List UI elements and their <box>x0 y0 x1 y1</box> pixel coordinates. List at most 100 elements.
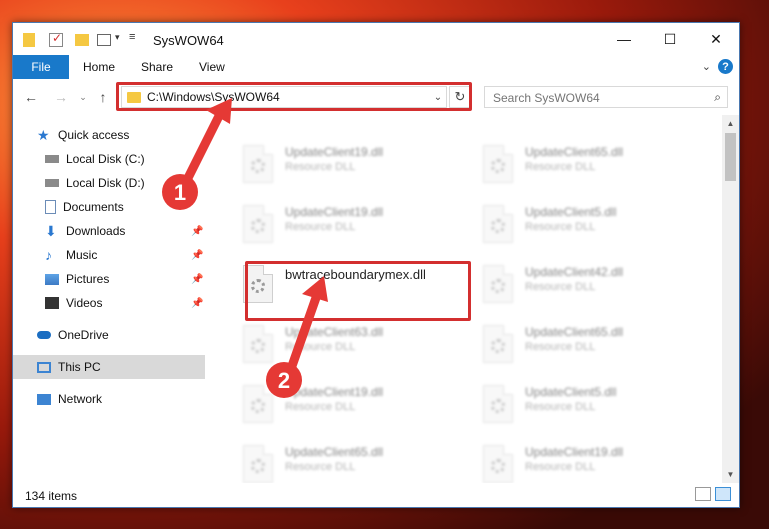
scroll-down-icon[interactable]: ▼ <box>722 466 739 483</box>
file-tile[interactable]: UpdateClient42.dll Resource DLL <box>477 259 707 311</box>
forward-arrow-icon[interactable]: → <box>51 87 71 107</box>
file-type: Resource DLL <box>525 341 596 353</box>
file-type: Resource DLL <box>525 221 596 233</box>
sidebar-item-documents[interactable]: Documents <box>13 195 205 219</box>
file-tile[interactable]: UpdateClient19.dll Resource DLL <box>477 439 707 483</box>
sidebar-item-music[interactable]: ♪ Music 📌 <box>13 243 205 267</box>
file-tile[interactable]: UpdateClient19.dll Resource DLL <box>237 199 467 251</box>
sidebar-item-downloads[interactable]: ⬇ Downloads 📌 <box>13 219 205 243</box>
file-tile[interactable]: UpdateClient5.dll Resource DLL <box>477 199 707 251</box>
scroll-up-icon[interactable]: ▲ <box>722 115 739 132</box>
quick-access-dropdown-icon[interactable]: ≡ <box>129 31 135 47</box>
folder-icon <box>23 33 35 47</box>
maximize-button[interactable]: ☐ <box>647 23 693 55</box>
file-explorer-window: ✓ ▾ ≡ SysWOW64 — ☐ ✕ File Home Share Vie… <box>12 22 740 508</box>
sidebar-item-label: Pictures <box>66 272 110 286</box>
search-box[interactable]: ⌕ <box>484 86 728 109</box>
pictures-icon <box>45 273 59 285</box>
sidebar-item-local-disk-c[interactable]: Local Disk (C:) <box>13 147 205 171</box>
downloads-icon: ⬇ <box>45 223 57 239</box>
dll-file-icon <box>243 445 273 483</box>
file-name: UpdateClient19.dll <box>285 385 384 399</box>
minimize-button[interactable]: — <box>601 23 647 55</box>
sidebar-item-label: Quick access <box>58 128 130 142</box>
sidebar-item-label: Local Disk (D:) <box>66 176 145 190</box>
status-bar: 134 items <box>13 483 739 507</box>
navigation-bar: ← → ⌄ ↑ C:\Windows\SysWOW64 ⌄ ↻ ⌕ <box>13 79 739 115</box>
dll-file-icon <box>243 325 273 363</box>
network-icon <box>37 393 51 405</box>
file-type: Resource DLL <box>285 401 356 413</box>
sidebar-item-onedrive[interactable]: OneDrive <box>13 323 205 347</box>
file-list: UpdateClient19.dll Resource DLL UpdateCl… <box>211 115 721 483</box>
navigation-pane: ★ Quick access Local Disk (C:) Local Dis… <box>13 115 205 483</box>
pin-icon[interactable]: 📌 <box>191 274 203 285</box>
file-type: Resource DLL <box>285 221 356 233</box>
file-type: Resource DLL <box>525 281 596 293</box>
file-type: Resource DLL <box>285 161 356 173</box>
sidebar-item-label: Music <box>66 248 98 262</box>
dll-file-icon <box>483 145 513 183</box>
tab-home[interactable]: Home <box>83 55 115 79</box>
file-type: Resource DLL <box>525 461 596 473</box>
file-name: UpdateClient19.dll <box>525 445 624 459</box>
videos-icon <box>45 297 59 309</box>
pin-icon[interactable]: 📌 <box>191 250 203 261</box>
sidebar-item-network[interactable]: Network <box>13 387 205 411</box>
file-tile[interactable]: UpdateClient63.dll Resource DLL <box>237 319 467 371</box>
pin-icon[interactable]: 📌 <box>191 298 203 309</box>
sidebar-item-videos[interactable]: Videos 📌 <box>13 291 205 315</box>
dll-file-icon <box>483 385 513 423</box>
dll-file-icon <box>483 445 513 483</box>
dll-file-icon <box>483 205 513 243</box>
file-type: Resource DLL <box>285 341 356 353</box>
help-button[interactable]: ? <box>718 59 733 74</box>
file-name: UpdateClient5.dll <box>525 385 617 399</box>
sidebar-item-pictures[interactable]: Pictures 📌 <box>13 267 205 291</box>
sidebar-item-label: Network <box>58 392 103 406</box>
properties-icon[interactable]: ✓ <box>49 31 63 47</box>
search-input[interactable] <box>485 87 705 109</box>
computer-icon <box>37 361 51 373</box>
music-icon: ♪ <box>45 247 52 263</box>
dll-file-icon <box>243 205 273 243</box>
dll-file-icon <box>243 385 273 423</box>
chevron-down-icon[interactable]: ▾ <box>115 32 120 48</box>
close-button[interactable]: ✕ <box>693 23 739 55</box>
file-tile[interactable]: UpdateClient19.dll Resource DLL <box>237 139 467 191</box>
sidebar-item-this-pc[interactable]: This PC <box>13 355 205 379</box>
star-icon: ★ <box>37 127 50 143</box>
search-icon[interactable]: ⌕ <box>714 90 721 105</box>
file-type: Resource DLL <box>525 401 596 413</box>
sidebar-item-label: Downloads <box>66 224 126 238</box>
file-tile[interactable]: UpdateClient5.dll Resource DLL <box>477 379 707 431</box>
file-tile[interactable]: UpdateClient65.dll Resource DLL <box>477 139 707 191</box>
sidebar-item-quick-access[interactable]: ★ Quick access <box>13 123 205 147</box>
window-title: SysWOW64 <box>153 33 224 48</box>
details-view-icon[interactable] <box>695 487 711 501</box>
tiles-view-icon[interactable] <box>715 487 731 501</box>
up-arrow-icon[interactable]: ↑ <box>93 87 113 107</box>
sidebar-item-local-disk-d[interactable]: Local Disk (D:) <box>13 171 205 195</box>
expand-ribbon-icon[interactable]: ⌄ <box>702 60 711 73</box>
back-arrow-icon[interactable]: ← <box>21 87 41 107</box>
recent-locations-icon[interactable]: ⌄ <box>73 87 93 107</box>
file-tile[interactable]: UpdateClient65.dll Resource DLL <box>237 439 467 483</box>
title-bar: ✓ ▾ ≡ SysWOW64 — ☐ ✕ <box>13 23 739 55</box>
vertical-scrollbar[interactable]: ▲ ▼ <box>722 115 739 483</box>
customize-toolbar-icon[interactable] <box>97 34 111 46</box>
sidebar-item-label: This PC <box>58 360 101 374</box>
ribbon: File Home Share View ⌄ ? <box>13 55 739 80</box>
new-folder-icon[interactable] <box>75 34 89 46</box>
tab-view[interactable]: View <box>199 55 225 79</box>
file-name: UpdateClient19.dll <box>285 205 384 219</box>
file-name: UpdateClient65.dll <box>285 445 384 459</box>
dll-file-icon <box>243 145 273 183</box>
file-tab[interactable]: File <box>13 55 69 79</box>
file-tile[interactable]: UpdateClient19.dll Resource DLL <box>237 379 467 431</box>
file-tile[interactable]: UpdateClient65.dll Resource DLL <box>477 319 707 371</box>
address-highlight-box <box>116 82 472 111</box>
tab-share[interactable]: Share <box>141 55 173 79</box>
scrollbar-thumb[interactable] <box>725 133 736 181</box>
pin-icon[interactable]: 📌 <box>191 226 203 237</box>
